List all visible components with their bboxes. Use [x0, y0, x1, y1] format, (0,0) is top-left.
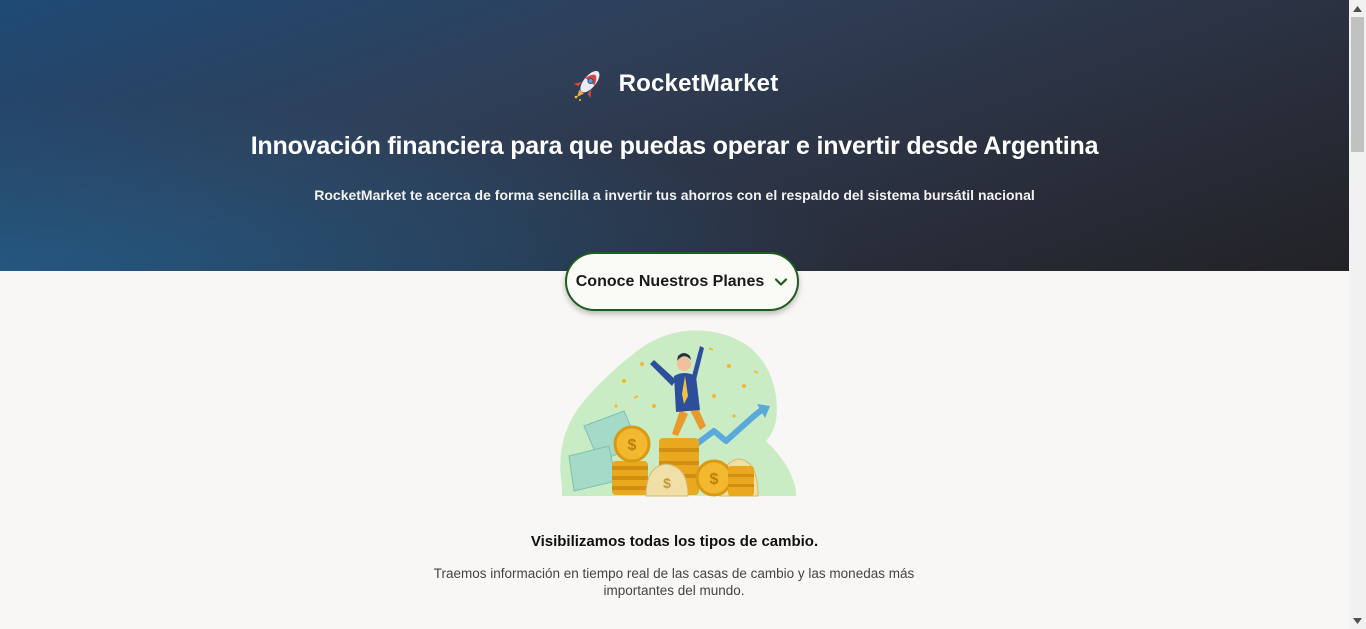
feature-title: Visibilizamos todas los tipos de cambio. [530, 533, 819, 550]
plans-button-label: Conoce Nuestros Planes [575, 272, 765, 290]
rocket-icon [573, 71, 600, 101]
page: RocketMarket Innovación financiera para … [0, 0, 1349, 629]
scrollbar-thumb[interactable] [1351, 17, 1364, 152]
brand-name: RocketMarket [618, 70, 779, 97]
scroll-up-arrow-icon[interactable] [1349, 0, 1366, 17]
feature-description: Traemos información en tiempo real de la… [433, 566, 915, 598]
vertical-scrollbar[interactable] [1349, 0, 1366, 629]
chevron-down-icon [775, 277, 788, 286]
svg-text:$: $ [663, 475, 671, 491]
brand[interactable]: RocketMarket [0, 66, 1349, 102]
svg-text:$: $ [628, 437, 637, 454]
hero-header: RocketMarket Innovación financiera para … [0, 0, 1349, 271]
investor-celebrating-illustration: $ $ $ [560, 330, 796, 497]
plans-button[interactable]: Conoce Nuestros Planes [565, 252, 799, 311]
page-title: Innovación financiera para que puedas op… [250, 132, 1099, 160]
svg-text:$: $ [710, 471, 719, 488]
page-subtitle: RocketMarket te acerca de forma sencilla… [314, 187, 1035, 203]
scroll-down-arrow-icon[interactable] [1349, 612, 1366, 629]
